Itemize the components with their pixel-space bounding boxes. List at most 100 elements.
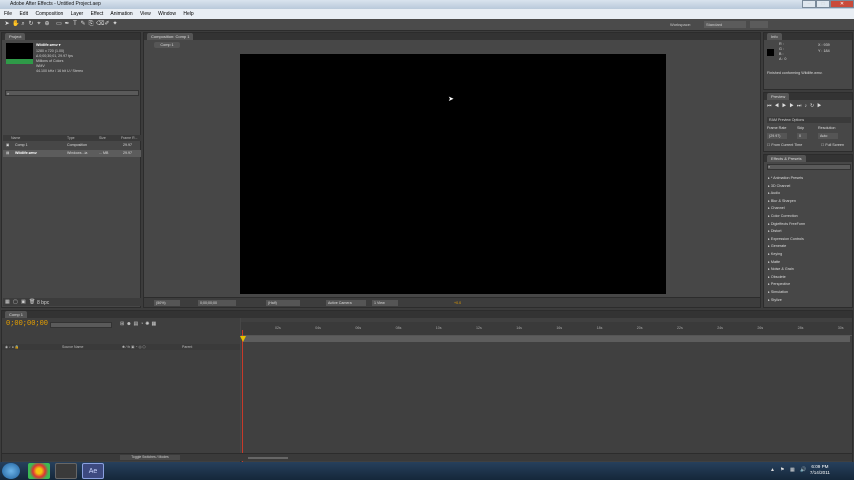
effects-category-item[interactable]: ▸ Noise & Grain — [768, 267, 794, 271]
comp-breadcrumb[interactable]: Comp 1 — [154, 42, 180, 48]
interpret-footage-icon[interactable]: ▦ — [5, 299, 10, 305]
current-time-display[interactable]: 0;00;00;00 — [198, 300, 236, 306]
puppet-tool-icon[interactable]: ✦ — [112, 21, 118, 28]
ram-preview-icon[interactable]: ▶ — [817, 103, 824, 109]
toggle-switches-modes-button[interactable]: Toggle Switches / Modes — [120, 455, 180, 460]
full-screen-checkbox[interactable]: ☐ Full Screen — [821, 143, 844, 147]
current-time-indicator[interactable] — [240, 330, 246, 462]
effects-search-input[interactable]: ⌕ — [767, 164, 851, 170]
selected-item-name[interactable]: Wildlife.wmv ▾ — [36, 43, 61, 47]
effects-category-item[interactable]: ▸ 3D Channel — [768, 184, 790, 188]
maximize-button[interactable]: □ — [816, 0, 830, 8]
brush-tool-icon[interactable]: ✎ — [80, 21, 86, 28]
effects-category-item[interactable]: ▸ Obsolete — [768, 275, 786, 279]
graph-editor-icon[interactable]: ▦ — [151, 321, 158, 327]
effects-category-item[interactable]: ▸ Expression Controls — [768, 237, 804, 241]
menu-effect[interactable]: Effect — [91, 11, 104, 17]
effects-category-item[interactable]: ▸ Blur & Sharpen — [768, 199, 796, 203]
pen-tool-icon[interactable]: ✒ — [64, 21, 70, 28]
tab-info[interactable]: Info — [767, 33, 782, 40]
effects-category-item[interactable]: ▸ Matte — [768, 260, 780, 264]
time-ruler[interactable]: 02s 04s 06s 08s 10s 12s 14s 16s 18s 20s 22s 24s 26s 2… — [241, 322, 852, 336]
from-current-time-checkbox[interactable]: ☐ From Current Time — [767, 143, 802, 147]
menu-window[interactable]: Window — [158, 11, 176, 17]
camera-tool-icon[interactable]: ⌖ — [36, 21, 42, 28]
views-select[interactable]: 1 View — [372, 300, 398, 306]
next-frame-icon[interactable]: ▶ — [789, 103, 796, 109]
menu-view[interactable]: View — [140, 11, 151, 17]
rotate-tool-icon[interactable]: ↻ — [28, 21, 34, 28]
menu-animation[interactable]: Animation — [110, 11, 132, 17]
ram-preview-options[interactable]: RAM Preview Options — [767, 117, 851, 123]
tab-timeline-comp[interactable]: Comp 1 — [5, 311, 28, 318]
close-button[interactable]: ✕ — [830, 0, 854, 8]
rectangle-tool-icon[interactable]: ▭ — [56, 21, 62, 28]
pan-behind-tool-icon[interactable]: ⊕ — [44, 21, 50, 28]
media-taskbar-icon[interactable] — [55, 463, 77, 479]
frame-rate-select[interactable]: (29.97) — [767, 133, 787, 139]
volume-icon[interactable]: 🔊 — [800, 467, 806, 473]
tab-composition[interactable]: Composition: Comp 1 — [147, 33, 194, 40]
zoom-tool-icon[interactable]: ⌕ — [20, 21, 26, 28]
effects-category-item[interactable]: ▸ Digieffects FreeForm — [768, 222, 805, 226]
previous-frame-icon[interactable]: ◀ — [775, 103, 782, 109]
text-tool-icon[interactable]: T — [72, 21, 78, 28]
effects-category-item[interactable]: ▸ Distort — [768, 229, 782, 233]
start-button[interactable] — [2, 463, 20, 479]
effects-category-item[interactable]: ▸ Color Correction — [768, 214, 798, 218]
resolution-select-preview[interactable]: Auto — [818, 133, 838, 139]
network-icon[interactable]: ▦ — [790, 467, 796, 473]
effects-category-item[interactable]: ▸ Stylize — [768, 298, 782, 302]
tab-preview[interactable]: Preview — [767, 93, 790, 100]
eraser-tool-icon[interactable]: ⌫ — [96, 21, 104, 28]
col-type[interactable]: Type — [67, 135, 75, 141]
work-area-bar[interactable] — [242, 336, 850, 342]
effects-category-item[interactable]: ▸ Audio — [768, 191, 780, 195]
effects-category-item[interactable]: ▸ Channel — [768, 206, 785, 210]
timeline-search-input[interactable] — [50, 322, 112, 328]
taskbar-clock[interactable]: 6:09 PM 7/14/2011 — [810, 464, 830, 476]
effects-category-item[interactable]: ▸ Generate — [768, 244, 786, 248]
roto-brush-tool-icon[interactable]: ✐ — [104, 21, 110, 28]
minimize-button[interactable]: – — [802, 0, 816, 8]
menu-edit[interactable]: Edit — [19, 11, 28, 17]
col-name[interactable]: Name — [11, 135, 20, 141]
new-comp-icon[interactable]: ▣ — [21, 299, 26, 305]
project-search-input[interactable]: ⌕ — [5, 90, 139, 96]
project-row-footage[interactable]: ▤ Wildlife.wmv Windows...ia ... MB 29.97 — [3, 150, 141, 157]
effects-category-item[interactable]: ▸ Keying — [768, 252, 782, 256]
tray-arrow-icon[interactable]: ▲ — [770, 467, 776, 473]
after-effects-taskbar-icon[interactable]: Ae — [82, 463, 104, 479]
col-frame-rate[interactable]: Frame R... — [121, 135, 138, 141]
new-folder-icon[interactable]: ▢ — [13, 299, 18, 305]
exposure-value[interactable]: +0.0 — [452, 300, 466, 306]
bpc-button[interactable]: 8 bpc — [37, 300, 49, 306]
clone-tool-icon[interactable]: ⎘ — [88, 21, 94, 28]
col-source-name[interactable]: Source Name — [62, 344, 83, 350]
first-frame-icon[interactable]: ⏮ — [767, 103, 775, 109]
menu-help[interactable]: Help — [183, 11, 193, 17]
project-row-comp[interactable]: ▣ Comp 1 Composition 29.97 — [3, 142, 141, 149]
resolution-select[interactable]: (Half) — [266, 300, 300, 306]
magnification-select[interactable]: (50%) — [154, 300, 180, 306]
hand-tool-icon[interactable]: ✋ — [12, 21, 19, 28]
effects-category-item[interactable]: ▸ * Animation Presets — [768, 176, 803, 180]
tab-effects-presets[interactable]: Effects & Presets — [767, 155, 806, 162]
tray-flag-icon[interactable]: ⚑ — [780, 467, 786, 473]
search-help-input[interactable] — [750, 21, 768, 28]
skip-select[interactable]: 0 — [797, 133, 807, 139]
effects-category-item[interactable]: ▸ Perspective — [768, 282, 790, 286]
menu-composition[interactable]: Composition — [35, 11, 63, 17]
col-size[interactable]: Size — [99, 135, 106, 141]
timeline-timecode[interactable]: 0;00;00;00 — [6, 320, 48, 328]
selection-tool-icon[interactable]: ➤ — [4, 21, 10, 28]
tab-project[interactable]: Project — [5, 33, 26, 40]
composition-viewer[interactable] — [240, 54, 666, 294]
timeline-graph-area[interactable]: 02s 04s 06s 08s 10s 12s 14s 16s 18s 20s 22s 24s 26s 2… — [240, 318, 852, 462]
col-parent[interactable]: Parent — [182, 344, 192, 350]
menu-file[interactable]: File — [4, 11, 12, 17]
trash-icon[interactable]: 🗑 — [29, 299, 35, 305]
workspace-select[interactable]: Standard — [704, 21, 746, 28]
menu-layer[interactable]: Layer — [71, 11, 84, 17]
effects-category-item[interactable]: ▸ Simulation — [768, 290, 788, 294]
